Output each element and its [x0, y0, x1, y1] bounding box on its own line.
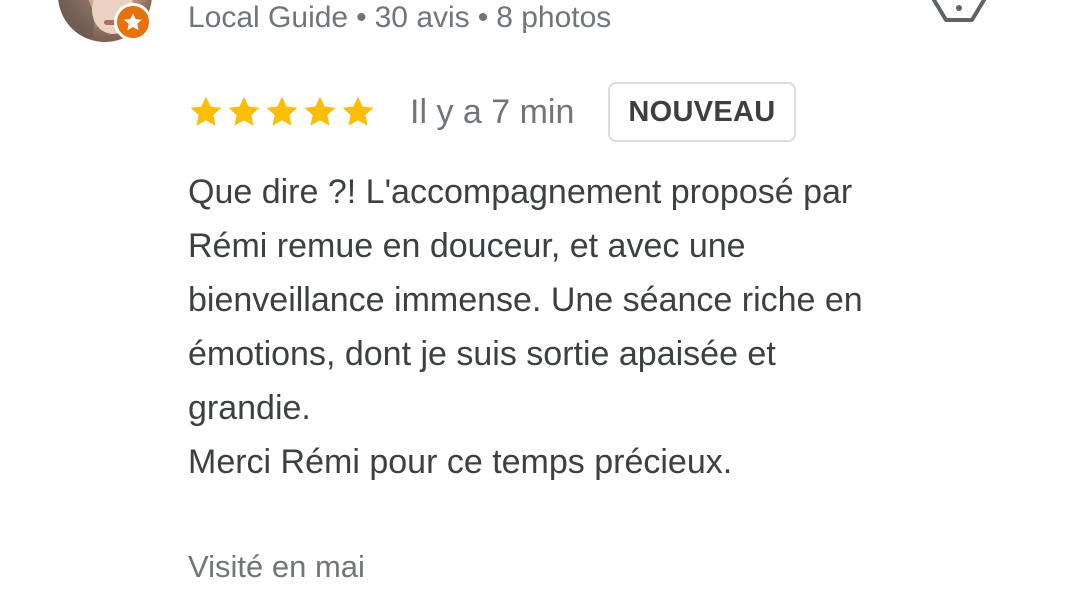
review-text-line: émotions, dont je suis sortie apaisée et: [188, 335, 776, 373]
star-icon: [304, 96, 336, 126]
reviewer-meta: Local Guide • 30 avis • 8 photos: [188, 0, 611, 36]
star-icon: [342, 96, 374, 126]
review-text-line: Merci Rémi pour ce temps précieux.: [188, 443, 733, 481]
reviewer-level: Local Guide: [188, 1, 349, 34]
rating-row: Il y a 7 min NOUVEAU: [188, 80, 796, 144]
review-time: Il y a 7 min: [410, 92, 575, 131]
star-rating: [188, 94, 376, 130]
star-icon: [266, 96, 298, 126]
local-guide-star-icon: [114, 3, 152, 41]
reviewer-photo-count: 8 photos: [496, 1, 612, 34]
star-icon: [228, 96, 260, 126]
star-icon: [190, 96, 222, 126]
review-text-line: bienveillance immense. Une séance riche …: [188, 281, 863, 319]
flag-report-icon[interactable]: [932, 0, 986, 24]
meta-separator: •: [356, 1, 367, 34]
meta-separator: •: [477, 1, 489, 34]
review-text-line: grandie.: [188, 389, 311, 427]
avatar-hair: [58, 0, 94, 42]
review-text-line: Que dire ?! L'accompagnement proposé par: [188, 173, 853, 211]
reviewer-review-count: 30 avis: [374, 1, 470, 34]
review-text: Que dire ?! L'accompagnement proposé par…: [188, 165, 1048, 489]
review-text-line: Rémi remue en douceur, et avec une: [188, 227, 746, 265]
new-badge: NOUVEAU: [608, 82, 796, 142]
visited-date: Visité en mai: [188, 549, 365, 584]
